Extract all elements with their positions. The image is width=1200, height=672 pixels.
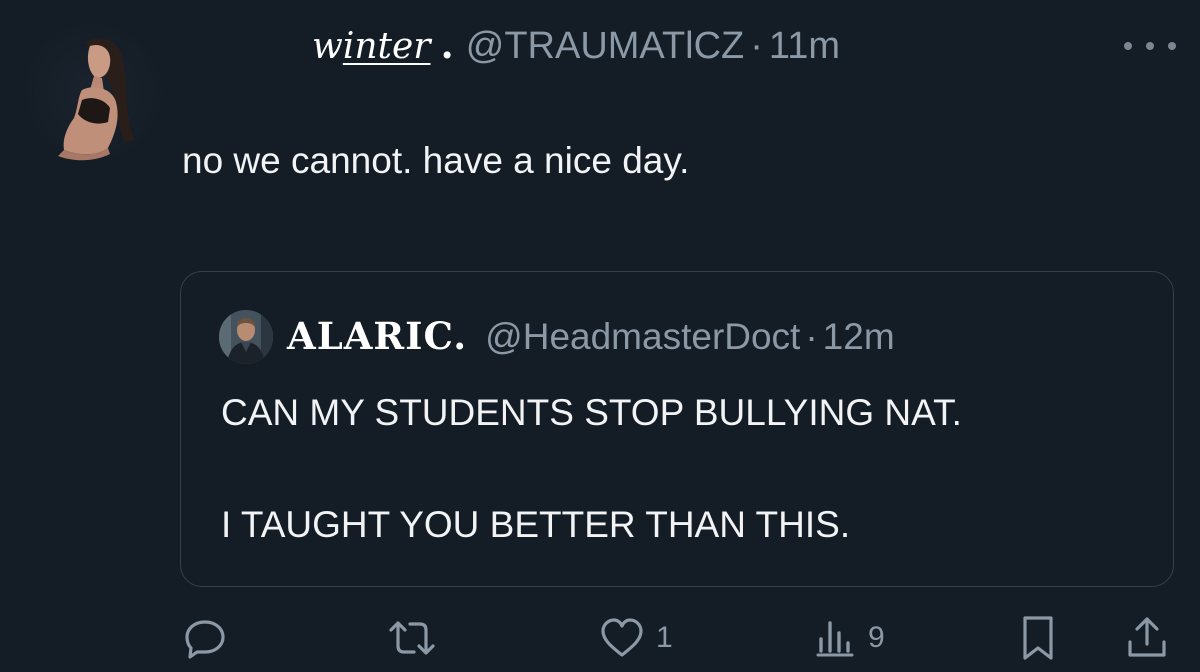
dot: [1146, 42, 1154, 50]
quoted-tweet-card[interactable]: ALARIC. @HeadmasterDoct · 12m CAN MY STU…: [180, 271, 1174, 587]
avatar-image: [58, 38, 134, 161]
quoted-tweet-header: ALARIC. @HeadmasterDoct · 12m: [287, 314, 895, 358]
bookmark-button[interactable]: [1018, 610, 1058, 666]
more-options-icon[interactable]: [1124, 30, 1176, 62]
quoted-tweet-timestamp[interactable]: 12m: [823, 316, 895, 358]
author-handle[interactable]: @TRAUMATlCZ: [466, 25, 745, 68]
dot: [1124, 42, 1132, 50]
quoted-author-display-name[interactable]: ALARIC.: [287, 314, 467, 358]
like-button[interactable]: 1: [598, 610, 673, 666]
views-count: 9: [868, 621, 885, 654]
author-avatar[interactable]: [24, 22, 164, 162]
retweet-button[interactable]: [386, 610, 438, 666]
dot: [1168, 42, 1176, 50]
separator: ·: [805, 316, 818, 357]
author-display-name[interactable]: winter: [312, 26, 431, 67]
quoted-author-avatar[interactable]: [219, 310, 273, 364]
quoted-tweet-text-line-2: I TAUGHT YOU BETTER THAN THIS.: [221, 504, 851, 545]
like-count: 1: [656, 621, 673, 654]
reply-icon: [185, 620, 225, 659]
tweet-header: winter . @TRAUMATlCZ · 11m: [312, 22, 840, 70]
heart-icon: [601, 618, 643, 657]
views-icon: [816, 621, 854, 657]
quoted-author-handle[interactable]: @HeadmasterDoct: [485, 316, 800, 358]
bookmark-icon: [1023, 616, 1053, 660]
separator: ·: [750, 25, 763, 67]
tweet-timestamp[interactable]: 11m: [769, 25, 840, 68]
share-button[interactable]: [1124, 610, 1170, 666]
views-button[interactable]: 9: [812, 610, 885, 666]
tweet-text: no we cannot. have a nice day.: [182, 140, 690, 181]
action-bar: 1 9: [0, 610, 1200, 666]
reply-button[interactable]: [182, 610, 228, 666]
name-dot: .: [440, 22, 454, 67]
share-icon: [1128, 617, 1166, 657]
retweet-icon: [389, 621, 435, 655]
quoted-avatar-image: [219, 310, 273, 364]
quoted-tweet-text-line-1: CAN MY STUDENTS STOP BULLYING NAT.: [221, 392, 962, 433]
